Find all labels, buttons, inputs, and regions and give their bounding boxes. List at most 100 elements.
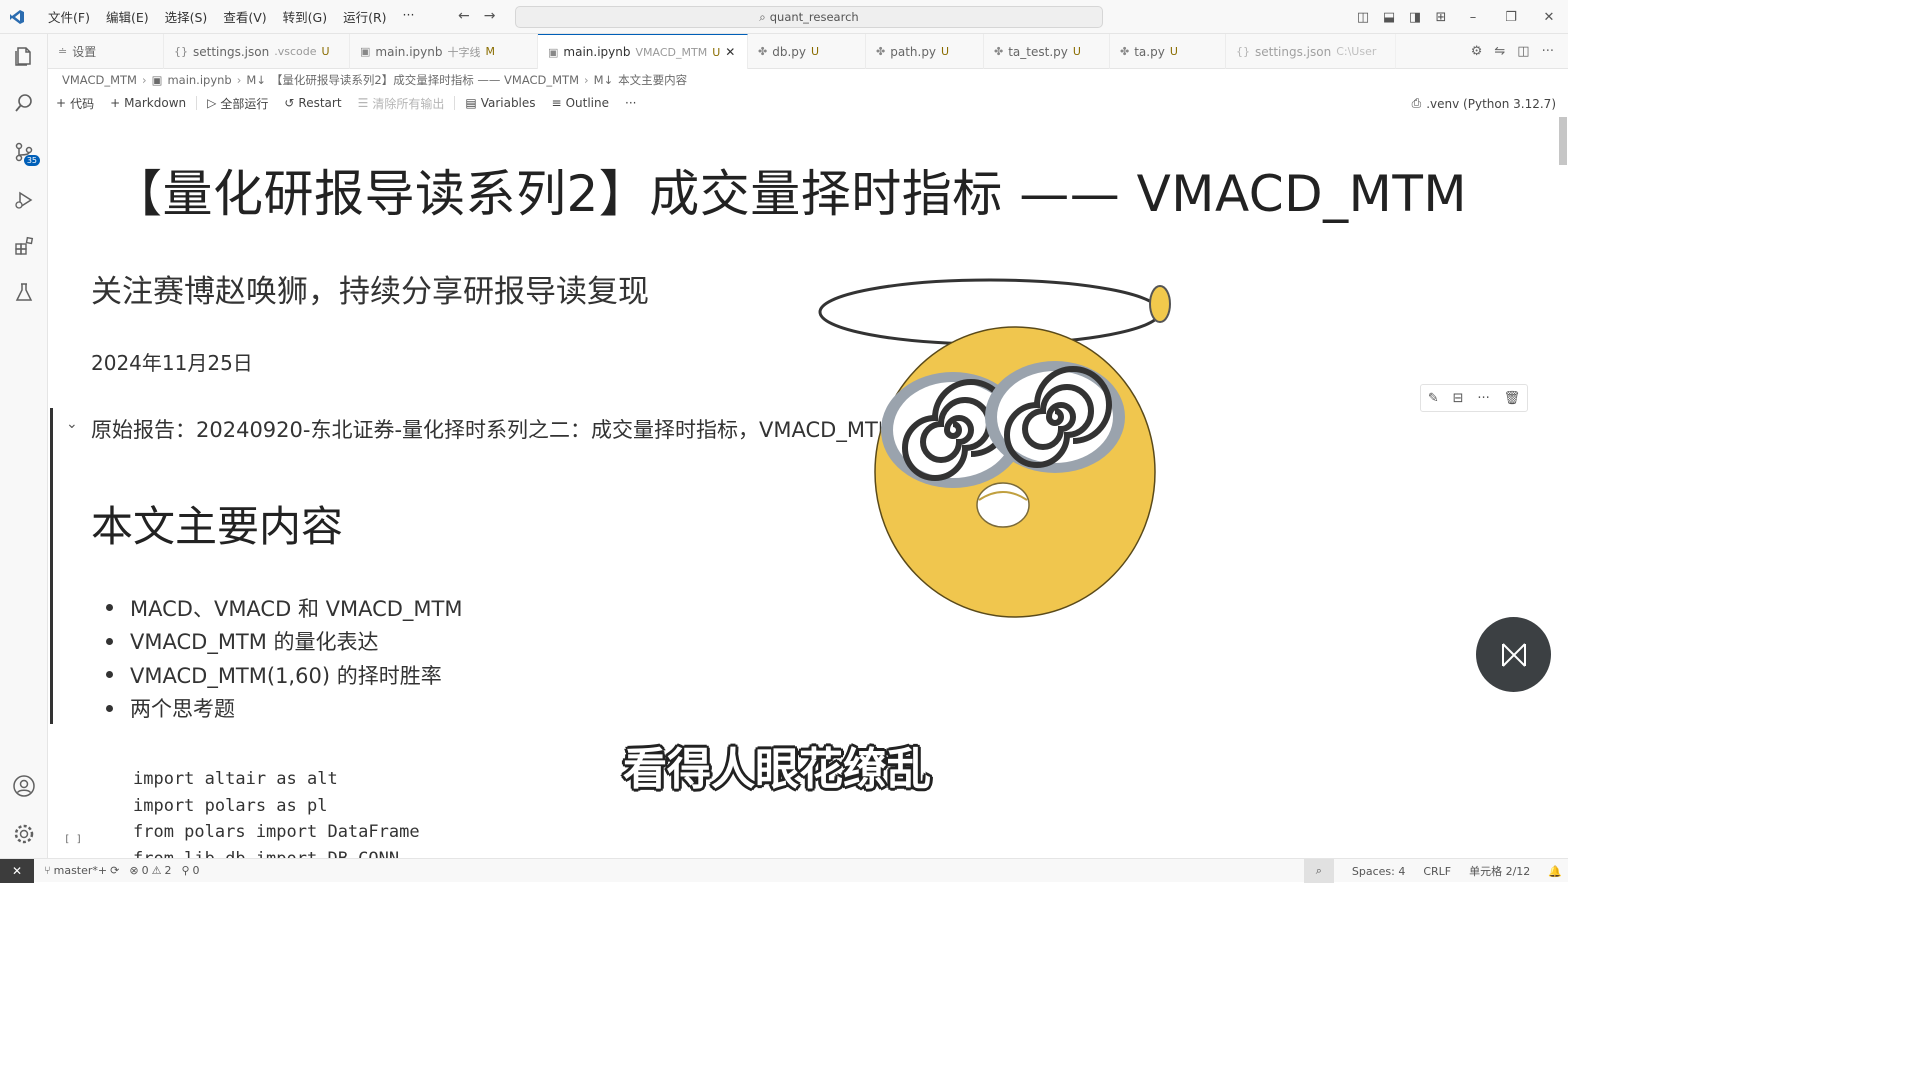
kernel-picker[interactable]: ⎙ .venv (Python 3.12.7) [1412,96,1556,111]
explorer-icon[interactable] [10,42,38,70]
tab-settings-json[interactable]: {} settings.json .vscode U [164,34,350,69]
run-debug-icon[interactable] [10,186,38,214]
close-window-icon[interactable]: ✕ [1530,10,1568,25]
tab-label: path.py [890,44,937,59]
add-code-cell-button[interactable]: + 代码 [56,95,94,112]
ports-indicator[interactable]: ⚲ 0 [181,864,199,877]
scrollbar-thumb[interactable] [1559,117,1567,165]
notebook-date: 2024年11月25日 [91,351,253,375]
notifications-bell-icon[interactable]: 🔔 [1548,865,1562,878]
breadcrumb-folder[interactable]: VMACD_MTM [62,73,137,87]
video-caption: 看得人眼花缭乱 [623,744,931,795]
more-actions-icon[interactable]: ··· [1542,44,1554,59]
command-center-search[interactable]: ⌕ quant_research [515,6,1103,28]
forward-arrow-icon[interactable]: → [484,8,496,24]
restore-icon[interactable]: ❐ [1492,10,1530,25]
indentation-status[interactable]: Spaces: 4 [1352,865,1405,878]
customize-layout-icon[interactable]: ⊞ [1428,10,1454,25]
minimize-icon[interactable]: – [1454,10,1492,25]
tab-ta-test-py[interactable]: ✤ ta_test.py U [984,34,1110,69]
tab-path-py[interactable]: ✤ path.py U [866,34,984,69]
notebook-subtitle: 关注赛博赵唤狮，持续分享研报导读复现 [91,274,649,310]
code-line: from polars import DataFrame [133,822,420,842]
menu-view[interactable]: 查看(V) [215,7,274,26]
markdown-icon: M↓ [246,73,266,87]
tab-status: U [811,45,820,58]
tab-db-py[interactable]: ✤ db.py U [748,34,866,69]
more-actions-icon[interactable]: ··· [1477,391,1489,406]
code-line: from lib.db import DB_CONN [133,846,420,859]
split-editor-icon[interactable]: ◫ [1517,44,1529,59]
menu-file[interactable]: 文件(F) [40,7,98,26]
plus-icon: + [56,96,67,110]
chevron-down-icon[interactable]: ⌄ [66,416,78,432]
eol-status[interactable]: CRLF [1423,865,1451,878]
tab-ta-py[interactable]: ✤ ta.py U [1110,34,1226,69]
tab-user-settings-json[interactable]: {} settings.json C:\User [1226,34,1396,69]
toolbar-divider [454,96,456,110]
delete-trash-icon[interactable]: 🗑 [1504,391,1521,406]
more-label: ··· [625,96,637,110]
list-item-text: VMACD_MTM 的量化表达 [130,630,379,655]
toolbar-more-button[interactable]: ··· [625,96,636,110]
cell-toolbar: ✎ ⊟ ··· 🗑 [1420,384,1528,412]
tab-main-ipynb-crosshair[interactable]: ▣ main.ipynb 十字线 M [350,34,538,69]
restart-button[interactable]: ↺ Restart [284,96,341,110]
chevron-right-icon: › [141,73,147,87]
outline-label: Outline [565,96,610,110]
tab-description: VMACD_MTM [635,45,708,59]
testing-flask-icon[interactable] [10,278,38,306]
menu-go[interactable]: 转到(G) [275,7,335,26]
restart-icon: ↺ [284,96,295,110]
open-changes-icon[interactable]: ⇋ [1494,44,1505,59]
breadcrumb-section[interactable]: 本文主要内容 [618,72,687,88]
toggle-panel-icon[interactable]: ⬓ [1376,10,1402,25]
code-cell[interactable]: import altair as alt import polars as pl f… [133,766,420,858]
breadcrumb-file[interactable]: main.ipynb [167,73,231,87]
problems-indicator[interactable]: ⊗ 0 ⚠ 2 [129,864,171,877]
cell-position-status[interactable]: 单元格 2/12 [1469,863,1530,879]
vertical-scrollbar[interactable] [1558,115,1568,858]
branch-name: master*+ [53,864,108,877]
back-arrow-icon[interactable]: ← [458,8,470,24]
list-item: VMACD_MTM(1,60) 的择时胜率 [106,658,463,692]
outline-button[interactable]: ≡ Outline [552,96,609,110]
tab-label: ta_test.py [1008,44,1068,59]
ports-count: 0 [192,864,200,877]
bullet-icon [106,671,113,679]
variables-button[interactable]: ▤ Variables [465,96,535,110]
notebook-settings-icon[interactable]: ⚙ [1471,44,1483,59]
breadcrumb-heading[interactable]: 【量化研报导读系列2】成交量择时指标 —— VMACD_MTM [271,72,579,88]
clear-outputs-button[interactable]: ☰ 清除所有输出 [358,95,445,112]
menu-edit[interactable]: 编辑(E) [98,7,157,26]
zoom-icon[interactable]: ⌕ [1303,859,1334,883]
settings-icon: ≐ [58,45,68,58]
list-item-text: MACD、VMACD 和 VMACD_MTM [130,596,463,621]
run-all-button[interactable]: ▷ 全部运行 [207,95,268,112]
tab-main-ipynb-vmacd[interactable]: ▣ main.ipynb VMACD_MTM U ✕ [538,34,748,69]
menu-run[interactable]: 运行(R) [335,7,394,26]
account-icon[interactable] [10,772,38,800]
run-all-label: 全部运行 [220,96,269,111]
editor-tabs: ≐ 设置 {} settings.json .vscode U ▣ main.i… [48,34,1568,69]
toggle-secondary-sidebar-icon[interactable]: ◨ [1402,10,1428,25]
warning-count: 2 [164,864,172,877]
gear-icon[interactable] [10,820,38,848]
git-branch[interactable]: ⑂ master*+ ⟳ [44,864,119,877]
search-icon[interactable] [10,89,38,117]
toggle-sidebar-icon[interactable]: ◫ [1350,10,1376,25]
remote-indicator-icon[interactable]: ✕ [0,858,34,883]
tab-status: U [1072,45,1081,58]
tab-settings[interactable]: ≐ 设置 [48,34,164,69]
split-cell-icon[interactable]: ⊟ [1453,391,1464,406]
add-markdown-cell-button[interactable]: + Markdown [110,96,186,110]
notebook-icon: ▣ [548,45,559,59]
source-control-icon[interactable]: 35 [10,138,40,166]
extensions-icon[interactable] [10,232,38,260]
menu-selection[interactable]: 选择(S) [157,7,216,26]
menu-more[interactable]: ··· [395,7,423,26]
close-tab-icon[interactable]: ✕ [725,45,735,59]
floating-action-button[interactable] [1476,617,1551,692]
edit-pencil-icon[interactable]: ✎ [1428,391,1439,406]
notebook-icon: ▣ [360,45,371,58]
